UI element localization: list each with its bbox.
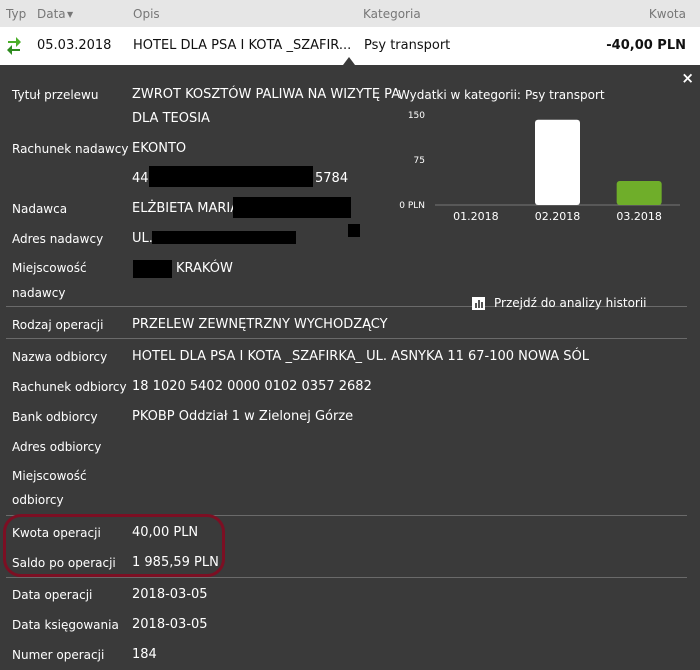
redaction-box bbox=[348, 224, 360, 237]
history-analysis-link[interactable]: Przejdź do analizy historii bbox=[494, 296, 647, 310]
divider bbox=[6, 338, 687, 339]
title-value-line1: ZWROT KOSZTÓW PALIWA NA WIZYTĘ PA bbox=[132, 87, 401, 102]
highlight-ring bbox=[3, 514, 225, 577]
chart-bar[interactable] bbox=[535, 119, 580, 205]
chart-title-prefix: Wydatki w kategorii: bbox=[398, 88, 521, 102]
sender-address-label: Adres nadawcy bbox=[12, 232, 104, 246]
transaction-details-panel: × Tytuł przelewu ZWROT KOSZTÓW PALIWA NA… bbox=[0, 65, 700, 670]
table-header: Typ Data ▼ Opis Kategoria Kwota bbox=[0, 0, 700, 27]
y-tick-label: 150 bbox=[408, 111, 425, 121]
col-type-header[interactable]: Typ bbox=[6, 7, 26, 21]
transaction-category[interactable]: Psy transport bbox=[364, 38, 450, 53]
op-type-value: PRZELEW ZEWNĘTRZNY WYCHODZĄCY bbox=[132, 317, 388, 332]
chart-title: Wydatki w kategorii: Psy transport bbox=[398, 88, 605, 102]
col-desc-header[interactable]: Opis bbox=[133, 7, 160, 21]
op-number-value: 184 bbox=[132, 647, 157, 662]
x-tick-label: 01.2018 bbox=[453, 210, 499, 223]
y-tick-label: 0 PLN bbox=[399, 201, 425, 211]
col-date-header[interactable]: Data bbox=[37, 7, 66, 21]
redaction-box bbox=[233, 197, 351, 218]
redaction-box bbox=[133, 260, 172, 278]
divider bbox=[6, 577, 687, 578]
x-tick-label: 03.2018 bbox=[616, 210, 662, 223]
sender-city-value: KRAKÓW bbox=[176, 261, 233, 276]
sender-city-label-line1: Miejscowość bbox=[12, 261, 87, 275]
op-date-label: Data operacji bbox=[12, 588, 93, 602]
transfer-arrows-icon bbox=[7, 37, 21, 55]
op-number-label: Numer operacji bbox=[12, 648, 105, 662]
recipient-account-label: Rachunek odbiorcy bbox=[12, 380, 127, 394]
sender-account-label: Rachunek nadawcy bbox=[12, 142, 129, 156]
recipient-account-value: 18 1020 5402 0000 0102 0357 2682 bbox=[132, 379, 372, 394]
book-date-value: 2018-03-05 bbox=[132, 617, 208, 632]
recipient-city-label-line2: odbiorcy bbox=[12, 493, 64, 507]
sender-account-type: EKONTO bbox=[132, 141, 187, 156]
redaction-box bbox=[149, 166, 313, 187]
sender-account-suffix: 5784 bbox=[315, 171, 349, 186]
recipient-address-label: Adres odbiorcy bbox=[12, 440, 102, 454]
transaction-row[interactable]: 05.03.2018 HOTEL DLA PSA I KOTA _SZAFIR.… bbox=[0, 27, 700, 65]
sender-address-value: UL. bbox=[132, 231, 153, 246]
bar-chart-icon[interactable] bbox=[472, 297, 485, 310]
recipient-city-label-line1: Miejscowość bbox=[12, 469, 87, 483]
sort-down-icon[interactable]: ▼ bbox=[67, 10, 73, 19]
col-amount-header[interactable]: Kwota bbox=[649, 7, 686, 21]
chart-bar[interactable] bbox=[616, 181, 662, 205]
x-tick-label: 02.2018 bbox=[535, 210, 581, 223]
y-tick-label: 75 bbox=[414, 156, 425, 166]
spending-bar-chart: 0 PLN 75 150 01.2018 02.2018 03.2018 bbox=[399, 111, 680, 223]
title-label: Tytuł przelewu bbox=[12, 88, 99, 102]
recipient-name-value: HOTEL DLA PSA I KOTA _SZAFIRKA_ UL. ASNY… bbox=[132, 349, 590, 364]
recipient-bank-label: Bank odbiorcy bbox=[12, 410, 98, 424]
sender-account-prefix: 44 bbox=[132, 171, 149, 186]
sender-label: Nadawca bbox=[12, 202, 68, 216]
title-value-line2: DLA TEOSIA bbox=[132, 111, 210, 126]
op-date-value: 2018-03-05 bbox=[132, 587, 208, 602]
transaction-date: 05.03.2018 bbox=[37, 38, 112, 53]
book-date-label: Data księgowania bbox=[12, 618, 119, 632]
col-category-header[interactable]: Kategoria bbox=[363, 7, 421, 21]
redaction-box bbox=[152, 231, 296, 244]
sender-city-label-line2: nadawcy bbox=[12, 286, 66, 300]
recipient-bank-value: PKOBP Oddział 1 w Zielonej Górze bbox=[132, 409, 354, 424]
close-icon[interactable]: × bbox=[681, 69, 694, 87]
transaction-amount: -40,00 PLN bbox=[606, 38, 686, 53]
chart-title-category: Psy transport bbox=[524, 88, 605, 102]
sender-value: ELŻBIETA MARIA bbox=[132, 201, 240, 216]
op-type-label: Rodzaj operacji bbox=[12, 318, 104, 332]
recipient-name-label: Nazwa odbiorcy bbox=[12, 350, 108, 364]
transaction-description: HOTEL DLA PSA I KOTA _SZAFIR... bbox=[133, 38, 352, 53]
detail-pointer bbox=[343, 57, 355, 65]
